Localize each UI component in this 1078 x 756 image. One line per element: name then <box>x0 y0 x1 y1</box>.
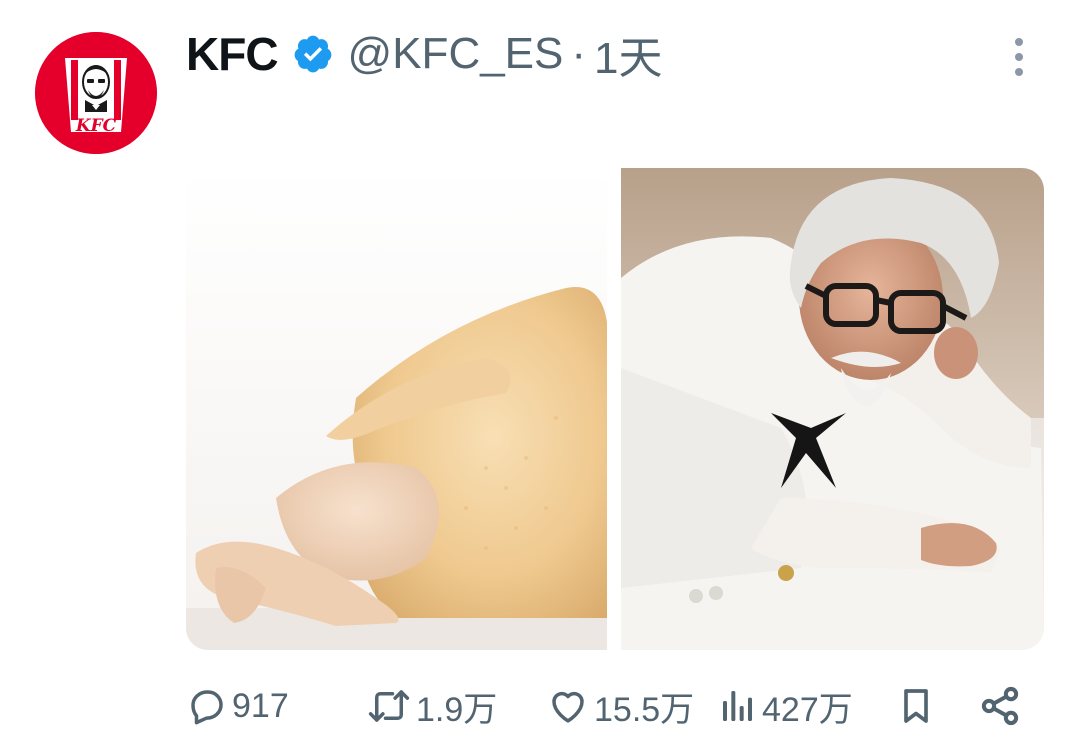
reply-count: 917 <box>232 686 289 725</box>
speech-bubble-icon <box>186 685 228 727</box>
repost-count: 1.9万 <box>416 690 498 729</box>
views-button[interactable]: 427万 <box>718 680 853 732</box>
more-vertical-icon[interactable] <box>1006 36 1032 78</box>
bar-chart-icon <box>718 685 758 727</box>
share-icon <box>978 684 1022 728</box>
repost-arrows-icon <box>366 685 412 727</box>
separator-dot: · <box>571 29 587 78</box>
media-image-chicken[interactable] <box>186 168 607 650</box>
bookmark-button[interactable] <box>896 680 936 732</box>
views-count: 427万 <box>762 690 853 729</box>
heart-icon <box>546 685 590 727</box>
like-button[interactable]: 15.5万 <box>546 680 694 732</box>
reply-button[interactable]: 917 <box>186 680 289 732</box>
display-name[interactable]: KFC <box>186 27 279 81</box>
media-image-colonel[interactable] <box>621 168 1044 650</box>
avatar-logo-text: KFC <box>75 116 117 136</box>
action-bar: 917 1.9万 15.5万 427万 <box>186 680 1036 732</box>
post-header: KFC @KFC_ES · 1天 <box>186 24 663 84</box>
bookmark-icon <box>896 684 936 728</box>
share-button[interactable] <box>978 680 1022 732</box>
post-time[interactable]: 1天 <box>594 22 662 86</box>
post-media <box>186 168 1044 650</box>
like-count: 15.5万 <box>594 690 695 729</box>
verified-badge-icon <box>292 33 334 75</box>
repost-button[interactable]: 1.9万 <box>366 680 497 732</box>
handle[interactable]: @KFC_ES <box>348 29 564 79</box>
avatar[interactable]: KFC <box>35 32 157 154</box>
